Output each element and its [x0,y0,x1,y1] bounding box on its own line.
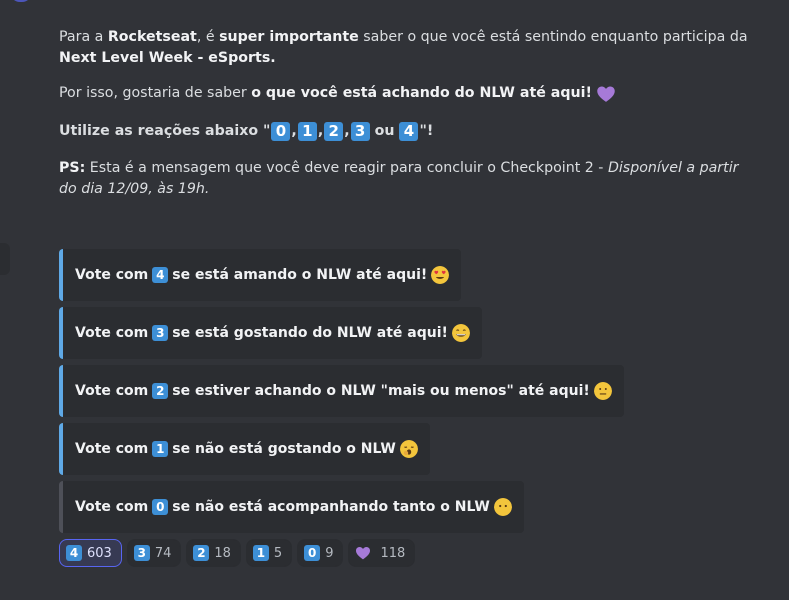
embed-text: se estiver achando o NLW "mais ou menos"… [172,383,590,399]
keycap-0-icon: 0 [304,545,321,561]
embed-text: se está amando o NLW até aqui! [172,267,428,283]
text-span: , é [196,29,220,45]
embed-vote-0: Vote com 0 se não está acompanhando tant… [59,481,524,533]
neutral-emoji-icon [593,382,612,400]
message-paragraph-instructions: Utilize as reações abaixo " 0, 1, 2, 3 o… [59,121,759,142]
embed-text: Vote com [75,383,149,399]
keycap-1-icon: 1 [152,441,169,457]
text-span: Esta é a mensagem que você deve reagir p… [85,160,608,176]
side-hover-stub [0,243,10,275]
grin-emoji-icon [451,324,470,342]
bold-span: PS: [59,160,86,176]
keycap-2-icon: 2 [324,122,344,141]
text-span: , [291,123,297,139]
reaction-keycap-1[interactable]: 1 5 [245,539,293,567]
text-span: Para a [59,29,108,45]
keycap-1-icon: 1 [252,545,269,561]
embed-list: Vote com 4 se está amando o NLW até aqui… [59,249,624,539]
keycap-1-icon: 1 [297,122,317,141]
embed-text: se não está gostando o NLW [172,441,396,457]
message-paragraph-ps: PS: Esta é a mensagem que você deve reag… [59,158,759,200]
keycap-4-icon: 4 [66,545,82,561]
reaction-count: 74 [154,545,172,561]
reaction-keycap-3[interactable]: 3 74 [126,539,182,567]
text-span: "! [419,123,434,139]
message-paragraph-question: Por isso, gostaria de saber o que você e… [59,83,759,104]
reaction-count: 18 [214,545,231,561]
keycap-4-icon: 4 [152,267,169,283]
text-span: , [317,123,324,139]
message-paragraph-intro: Para a Rocketseat, é super importante sa… [59,27,759,69]
bold-span: Rocketseat [107,29,197,45]
bold-span: Next Level Week - eSports. [59,50,276,66]
reaction-count: 5 [273,545,283,561]
keycap-0-icon: 0 [152,499,169,515]
reaction-keycap-4[interactable]: 4 603 [59,539,122,567]
keycap-3-icon: 3 [152,325,169,341]
embed-text: se não está acompanhando tanto o NLW [172,499,490,515]
message-content: Para a Rocketseat, é super importante sa… [59,27,759,200]
embed-text: Vote com [75,499,149,515]
embed-vote-2: Vote com 2 se estiver achando o NLW "mai… [59,365,624,417]
keycap-2-icon: 2 [152,383,169,399]
embed-vote-1: Vote com 1 se não está gostando o NLW [59,423,430,475]
bold-span: super importante [219,29,359,45]
keycap-2-icon: 2 [193,545,210,561]
embed-text: Vote com [75,441,149,457]
keycap-0-icon: 0 [271,122,291,141]
purple-heart-icon [356,547,371,560]
text-span: Por isso, gostaria de saber [59,85,252,101]
embed-vote-3: Vote com 3 se está gostando do NLW até a… [59,307,482,359]
avatar[interactable] [10,0,32,2]
embed-text: se está gostando do NLW até aqui! [172,325,448,341]
reaction-keycap-0[interactable]: 0 9 [297,539,344,567]
text-span: Utilize as reações abaixo " [59,123,271,139]
text-span: saber o que você está sentindo enquanto … [358,29,748,45]
keycap-4-icon: 4 [399,122,419,141]
purple-heart-icon [597,86,615,102]
bold-span: o que você está achando do NLW até aqui! [251,85,592,101]
reaction-bar: 4 603 3 74 2 18 1 5 0 9 118 [59,539,416,567]
reaction-keycap-2[interactable]: 2 18 [186,539,241,567]
keycap-3-icon: 3 [350,122,370,141]
embed-text: Vote com [75,325,149,341]
reaction-purple-heart[interactable]: 118 [348,539,416,567]
embed-vote-4: Vote com 4 se está amando o NLW até aqui… [59,249,462,301]
embed-text: Vote com [75,267,149,283]
no-mouth-emoji-icon [493,498,512,516]
reaction-count: 9 [325,545,334,561]
heart-eyes-emoji-icon [431,266,450,284]
text-span: , [344,123,350,139]
text-span: ou [374,123,395,139]
reaction-count: 603 [87,545,112,561]
keycap-3-icon: 3 [133,545,150,561]
reaction-count: 118 [380,545,406,561]
yawn-emoji-icon [399,440,418,458]
